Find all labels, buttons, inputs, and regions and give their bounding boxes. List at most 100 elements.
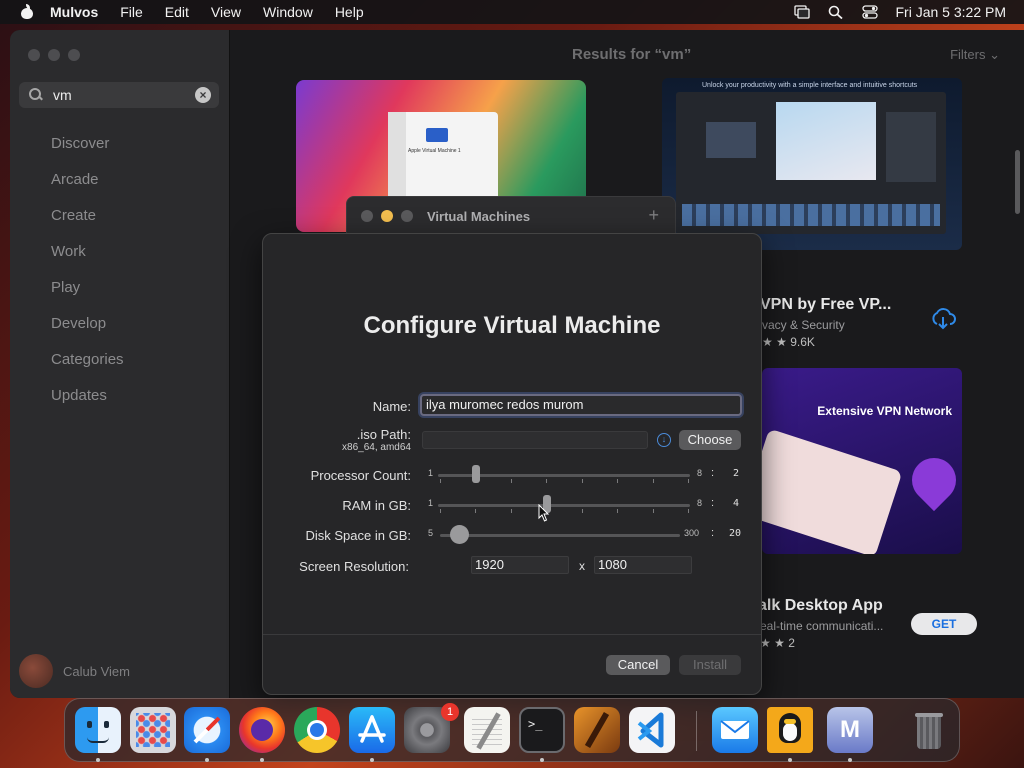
divider <box>263 634 761 635</box>
card-caption: Unlock your productivity with a simple i… <box>702 82 918 89</box>
disk-slider[interactable]: 5 300 : 20 <box>428 525 748 545</box>
avatar <box>19 654 53 688</box>
close-button[interactable] <box>28 49 40 61</box>
user-account[interactable]: Calub Viem <box>19 654 130 688</box>
rating-count: 2 <box>788 636 795 650</box>
search-input[interactable]: vm <box>53 87 72 103</box>
window-controls <box>361 210 413 222</box>
ram-slider[interactable]: 1 8 : 4 <box>428 495 748 515</box>
minimize-button[interactable] <box>381 210 393 222</box>
zoom-button[interactable] <box>401 210 413 222</box>
running-indicator <box>260 758 264 762</box>
cloud-download-icon[interactable] <box>930 308 956 330</box>
processor-slider[interactable]: 1 8 : 2 <box>428 465 748 485</box>
sidebar-item-develop[interactable]: Develop <box>51 314 124 350</box>
screenshot-preview: Apple Virtual Machine 1 <box>388 112 498 204</box>
control-center-icon[interactable] <box>861 5 878 19</box>
clear-search-icon[interactable]: × <box>195 87 211 103</box>
dock: 1 >_ M <box>64 698 960 762</box>
chrome-icon[interactable] <box>294 707 340 753</box>
menu-view[interactable]: View <box>211 4 241 20</box>
app-category-vpn: vacy & Security <box>762 318 845 332</box>
menu-app-name[interactable]: Mulvos <box>50 4 98 20</box>
scrollbar[interactable] <box>1015 150 1020 214</box>
app-screenshot-card-2[interactable]: Unlock your productivity with a simple i… <box>662 78 962 250</box>
slider-min: 1 <box>428 498 434 508</box>
launchpad-icon[interactable] <box>130 707 176 753</box>
star-icon: ★ ★ <box>762 335 787 349</box>
resolution-height-input[interactable]: 1080 <box>594 556 692 574</box>
menu-clock[interactable]: Fri Jan 5 3:22 PM <box>896 4 1007 20</box>
zoom-button[interactable] <box>68 49 80 61</box>
promo-title: Extensive VPN Network <box>817 404 952 418</box>
screen-resolution-label: Screen Resolution: <box>299 559 409 574</box>
cancel-button[interactable]: Cancel <box>606 655 670 675</box>
vpn-promo-card[interactable]: Extensive VPN Network <box>762 368 962 554</box>
menu-window[interactable]: Window <box>263 4 313 20</box>
running-indicator <box>788 758 792 762</box>
slider-min: 5 <box>428 528 434 538</box>
app-title-vpn[interactable]: VPN by Free VP... <box>760 296 891 314</box>
resolution-separator: x <box>579 559 585 573</box>
m-app-icon[interactable]: M <box>827 707 873 753</box>
sidebar-item-work[interactable]: Work <box>51 242 124 278</box>
textedit-icon[interactable] <box>464 707 510 753</box>
sidebar-item-play[interactable]: Play <box>51 278 124 314</box>
sidebar-item-create[interactable]: Create <box>51 206 124 242</box>
tux-icon[interactable] <box>767 707 813 753</box>
sidebar-item-discover[interactable]: Discover <box>51 134 124 170</box>
safari-icon[interactable] <box>184 707 230 753</box>
running-indicator <box>370 758 374 762</box>
add-vm-icon[interactable]: + <box>648 205 659 226</box>
menu-file[interactable]: File <box>120 4 143 20</box>
sidebar-item-updates[interactable]: Updates <box>51 386 124 422</box>
ram-value: 4 <box>733 498 740 509</box>
download-info-icon[interactable]: ↓ <box>657 433 671 447</box>
app-store-icon[interactable] <box>349 707 395 753</box>
configure-vm-sheet: Configure Virtual Machine Name: ilya mur… <box>262 233 762 695</box>
ram-label: RAM in GB: <box>342 498 411 513</box>
processor-value: 2 <box>733 468 740 479</box>
iso-path-field[interactable] <box>422 431 648 449</box>
menu-help[interactable]: Help <box>335 4 364 20</box>
iso-arch-label: x86_64, amd64 <box>342 442 411 453</box>
window-title: Virtual Machines <box>427 209 531 224</box>
slider-knob[interactable] <box>450 525 469 544</box>
processor-count-label: Processor Count: <box>310 468 411 483</box>
sidebar-item-arcade[interactable]: Arcade <box>51 170 124 206</box>
slider-min: 1 <box>428 468 434 478</box>
app-title-talk[interactable]: alk Desktop App <box>758 597 883 615</box>
search-icon <box>29 88 43 102</box>
spotlight-icon[interactable] <box>828 5 844 19</box>
app-rating-talk: ★ ★ 2 <box>760 636 795 650</box>
running-indicator <box>540 758 544 762</box>
menu-edit[interactable]: Edit <box>165 4 189 20</box>
virtual-machines-window: Virtual Machines + <box>346 196 676 236</box>
resolution-width-input[interactable]: 1920 <box>471 556 569 574</box>
name-input[interactable]: ilya muromec redos murom <box>420 394 742 416</box>
sidebar-item-categories[interactable]: Categories <box>51 350 124 386</box>
screen-mirroring-icon[interactable] <box>793 5 810 19</box>
trash-icon[interactable] <box>906 707 952 753</box>
firefox-icon[interactable] <box>239 707 285 753</box>
mail-icon[interactable] <box>712 707 758 753</box>
apple-menu-icon[interactable] <box>20 4 34 20</box>
finder-icon[interactable] <box>75 707 121 753</box>
sheet-title: Configure Virtual Machine <box>363 312 661 339</box>
disk-space-label: Disk Space in GB: <box>305 528 412 543</box>
garageband-icon[interactable] <box>574 707 620 753</box>
notification-badge: 1 <box>441 703 459 721</box>
install-button[interactable]: Install <box>679 655 741 675</box>
search-field[interactable]: vm × <box>19 82 219 108</box>
app-rating-vpn: ★ ★ 9.6K <box>762 335 815 349</box>
filters-button[interactable]: Filters ⌄ <box>950 47 1000 63</box>
get-button[interactable]: GET <box>911 613 977 635</box>
minimize-button[interactable] <box>48 49 60 61</box>
close-button[interactable] <box>361 210 373 222</box>
slider-max: 8 <box>697 498 703 508</box>
slider-knob[interactable] <box>472 465 480 483</box>
vscode-icon[interactable] <box>629 707 675 753</box>
terminal-icon[interactable]: >_ <box>519 707 565 753</box>
choose-button[interactable]: Choose <box>679 430 741 450</box>
chevron-down-icon: ⌄ <box>989 47 1000 62</box>
